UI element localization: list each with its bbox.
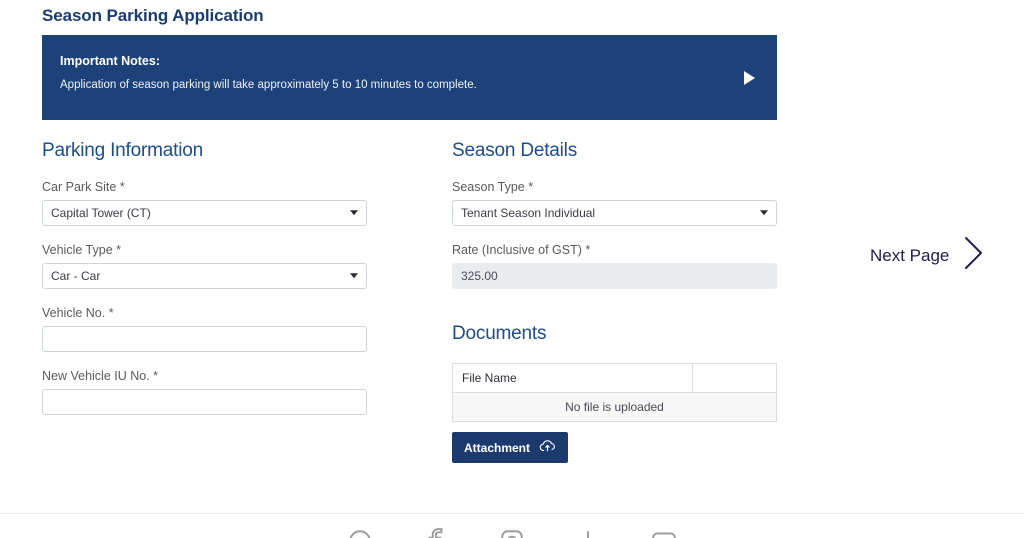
important-notes-text: Application of season parking will take … [60,79,477,91]
field-new-vehicle-iu-no: New Vehicle IU No. * [42,369,367,415]
next-page-label: Next Page [870,245,950,265]
table-header-row: File Name [452,363,778,393]
next-page-button[interactable]: Next Page [870,234,987,277]
attachment-button[interactable]: Attachment [452,432,569,463]
label-text: Car Park Site [42,180,117,194]
social-icon[interactable] [499,528,525,538]
attachment-button-label: Attachment [464,440,531,455]
season-details-heading: Season Details [452,140,577,161]
page-title: Season Parking Application [42,6,264,25]
label-text: Season Type [452,180,525,194]
required-marker: * [153,369,159,383]
vehicle-type-select[interactable]: Car - Car [42,263,367,289]
important-notes-heading: Important Notes: [60,54,160,68]
chevron-down-icon [760,210,768,216]
chevron-down-icon [350,210,358,216]
field-vehicle-type: Vehicle Type * Car - Car [42,243,367,289]
season-parking-application-page: Season Parking Application Important Not… [0,0,1024,538]
chevron-down-icon [350,273,358,279]
car-park-site-value: Capital Tower (CT) [51,206,151,220]
rate-readonly-value: 325.00 [452,263,777,289]
label-car-park-site: Car Park Site * [42,180,367,194]
no-file-message: No file is uploaded [452,392,777,422]
label-text: Rate (Inclusive of GST) [452,243,582,257]
label-text: New Vehicle IU No. [42,369,150,383]
car-park-site-select[interactable]: Capital Tower (CT) [42,200,367,226]
required-marker: * [116,243,122,257]
field-rate-inclusive-gst: Rate (Inclusive of GST) * 325.00 [452,243,777,289]
table-row: No file is uploaded [452,392,777,422]
important-notes-banner: Important Notes: Application of season p… [42,35,777,120]
season-type-value: Tenant Season Individual [461,206,596,220]
chevron-right-icon [961,234,987,277]
label-text: Vehicle Type [42,243,113,257]
social-icon[interactable] [347,528,373,538]
documents-table-head: File Name [452,363,778,393]
required-marker: * [585,243,591,257]
documents-table-body: No file is uploaded [452,392,777,422]
label-season-type: Season Type * [452,180,777,194]
season-details-section: Season Details Season Type * Tenant Seas… [452,140,778,463]
label-vehicle-type: Vehicle Type * [42,243,367,257]
parking-information-heading: Parking Information [42,140,203,161]
column-header-file-name: File Name [452,363,693,393]
triangle-right-icon[interactable] [744,70,755,85]
season-type-select[interactable]: Tenant Season Individual [452,200,777,226]
field-season-type: Season Type * Tenant Season Individual [452,180,777,226]
field-car-park-site: Car Park Site * Capital Tower (CT) [42,180,367,226]
field-vehicle-no: Vehicle No. * [42,306,367,352]
footer-social-icons [0,528,1024,538]
label-text: Vehicle No. [42,306,106,320]
documents-table: File Name No file is uploaded [452,363,778,422]
label-rate-inclusive-gst: Rate (Inclusive of GST) * [452,243,777,257]
social-icon[interactable] [575,528,601,538]
label-vehicle-no: Vehicle No. * [42,306,367,320]
vehicle-no-input[interactable] [42,326,367,352]
column-header-actions [691,363,778,393]
new-vehicle-iu-no-input[interactable] [42,389,367,415]
parking-information-section: Parking Information Car Park Site * Capi… [42,140,367,432]
required-marker: * [108,306,114,320]
vehicle-type-value: Car - Car [51,269,101,283]
label-new-vehicle-iu-no: New Vehicle IU No. * [42,369,367,383]
required-marker: * [528,180,534,194]
footer-divider [0,513,1024,514]
social-icon[interactable] [423,528,449,538]
cloud-upload-icon [539,439,556,456]
documents-heading: Documents [452,323,547,344]
social-icon[interactable] [651,528,677,538]
required-marker: * [119,180,125,194]
